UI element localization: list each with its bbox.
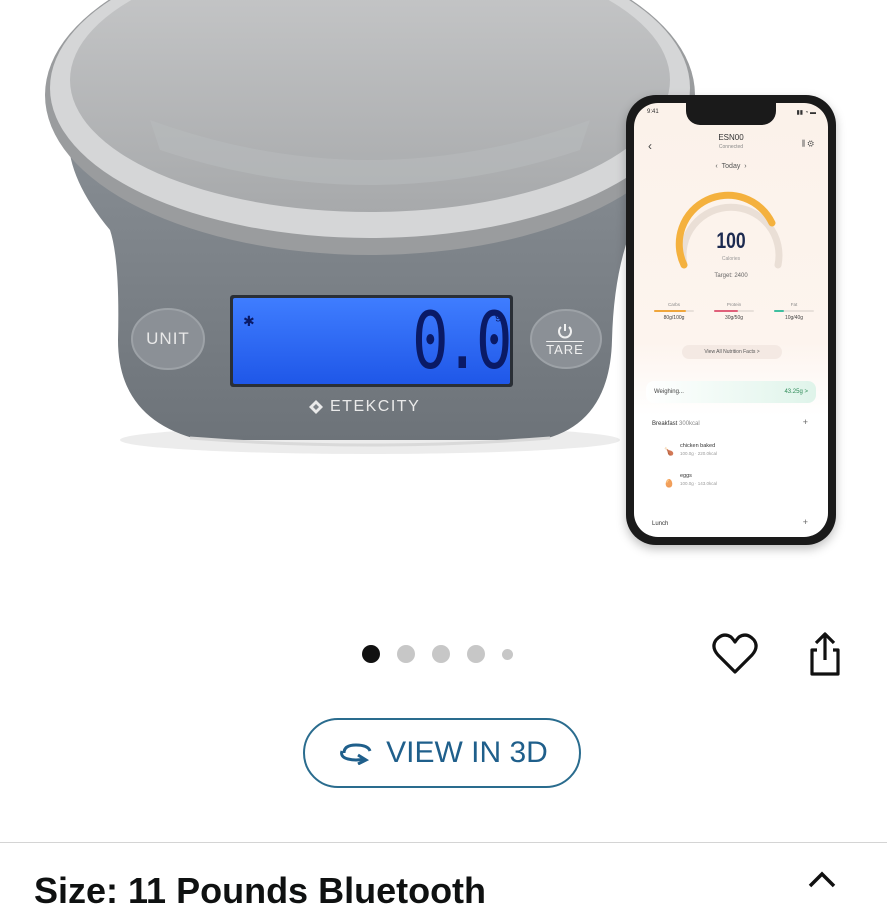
macro-value: 80g/100g [663,315,685,321]
app-connection-status: Connected [718,144,744,150]
app-calories-value: 100 [716,228,746,253]
phone-mockup: 9:41 ▮▮ ◔ ▬ ‹ ESN00 Connected ⫼ ⚙ ‹ Toda… [626,95,836,545]
phone-status-icons: ▮▮ ◔ ▬ [796,110,816,116]
heart-icon [712,633,758,674]
phone-notch [686,103,776,125]
view-in-3d-label: VIEW IN 3D [386,736,548,769]
macro-value: 10g/40g [784,315,804,321]
scale-brand: ETEKCITY [308,398,420,416]
favorite-button[interactable] [710,630,760,678]
macro-bar [714,310,754,312]
app-view-all-button: View All Nutrition Facts > [682,345,782,359]
phone-time: 9:41 [647,109,659,115]
unit-button-label: UNIT [146,329,190,348]
brand-logo-icon [309,400,323,414]
product-image-carousel[interactable]: ✱ 0.0 g UNIT TARE ETEKCITY 9:41 ▮▮ ◔ ▬ ‹… [0,0,887,600]
macro-bar [654,310,694,312]
meal-lunch: Lunch [652,521,668,527]
tare-button-label: TARE [546,341,584,357]
meal-kcal: 300kcal [679,421,700,427]
power-icon [558,323,572,338]
macro-protein: Protein 30g/50g [714,302,754,321]
macro-value: 30g/50g [724,315,744,321]
food-item: eggs 100.0g · 143.0kcal [680,473,717,486]
carousel-dot[interactable] [397,645,415,663]
share-button[interactable] [800,630,850,678]
macro-name: Carbs [667,302,680,307]
food-detail: 100.0g · 143.0kcal [680,481,718,486]
food-name: chicken baked [680,443,716,449]
scale-display-unit: g [495,308,502,322]
rotate-3d-icon [340,743,372,765]
app-device-name: ESN00 [718,133,744,142]
macro-name: Protein [726,302,742,307]
macro-bar [774,310,814,312]
egg-icon: 🥚 [664,479,674,488]
weighing-value: 43.25g > [784,389,808,395]
section-divider [0,842,887,843]
carousel-dot[interactable] [467,645,485,663]
scale-unit-button: UNIT [132,309,204,369]
chevron-up-icon[interactable] [802,868,842,888]
app-calories-label: Calories [721,256,741,262]
chicken-icon: 🍗 [664,447,674,456]
add-breakfast-icon: + [802,417,808,427]
meal-breakfast: Breakfast 300kcal [652,421,700,427]
macro-name: Fat [790,302,798,307]
macro-fat: Fat 10g/40g [774,302,814,321]
app-macros: Carbs 80g/100g Protein 30g/50g Fat 10g/4… [654,302,814,321]
carousel-dot[interactable] [502,648,513,660]
meal-name: Lunch [652,521,669,527]
view-in-3d-button[interactable]: VIEW IN 3D [303,718,581,788]
carousel-indicator[interactable] [362,645,513,663]
app-target-label: Target: 2400 [714,273,748,279]
bluetooth-icon: ✱ [243,313,255,329]
food-name: eggs [680,473,692,479]
carousel-dot[interactable] [362,645,380,663]
phone-screen: 9:41 ▮▮ ◔ ▬ ‹ ESN00 Connected ⫼ ⚙ ‹ Toda… [634,103,828,537]
food-detail: 100.0g · 220.0kcal [680,451,718,456]
carousel-dot[interactable] [432,645,450,663]
meal-name: Breakfast [652,421,678,427]
macro-carbs: Carbs 80g/100g [654,302,694,321]
app-date-label: Today [721,163,741,170]
weighing-label: Weighing... [654,389,684,395]
brand-name: ETEKCITY [330,398,421,415]
share-icon [810,632,840,676]
product-title: Size: 11 Pounds Bluetooth [34,870,487,911]
add-lunch-icon: + [802,517,808,527]
app-date-selector: ‹ Today › [715,163,747,170]
scale-display-reading: 0.0 [412,297,513,387]
food-item: chicken baked 100.0g · 220.0kcal [680,443,717,456]
app-weighing-row: Weighing... 43.25g > [646,381,816,403]
app-settings-icon: ⫼ ⚙ [801,139,814,148]
scale-tare-button: TARE [530,310,600,368]
